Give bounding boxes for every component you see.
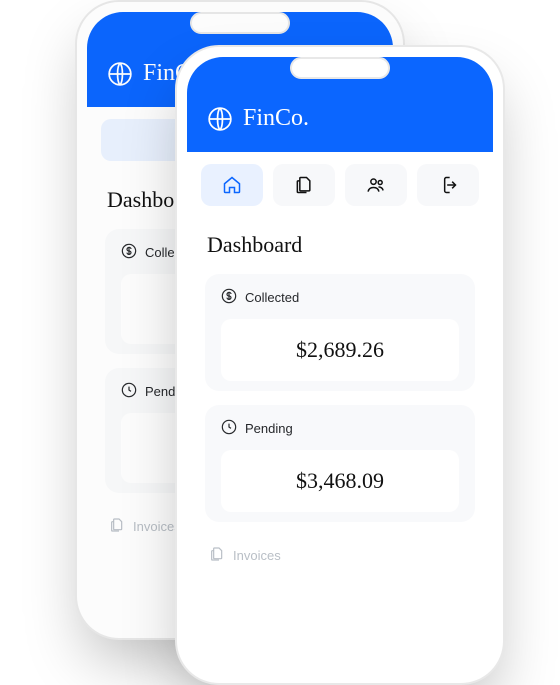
clock-icon: [121, 382, 137, 401]
invoices-label: Invoices: [133, 519, 181, 534]
phone-notch: [190, 12, 290, 34]
nav-home[interactable]: [201, 164, 263, 206]
pending-label: Pending: [245, 421, 293, 436]
clock-icon: [221, 419, 237, 438]
documents-icon: [209, 546, 225, 565]
dollar-icon: [121, 243, 137, 262]
pending-amount: $3,468.09: [296, 468, 384, 494]
logout-icon: [438, 175, 458, 195]
invoices-heading: Invoices: [205, 536, 475, 569]
nav-users[interactable]: [345, 164, 407, 206]
home-icon: [222, 175, 242, 195]
card-pending: Pending $3,468.09: [205, 405, 475, 522]
card-collected: Collected $2,689.26: [205, 274, 475, 391]
globe-icon: [107, 61, 133, 87]
phone-mock-front: FinCo. Dashboard C: [175, 45, 505, 685]
brand-name: FinCo.: [243, 105, 309, 132]
collected-label: Collected: [245, 290, 299, 305]
invoices-label: Invoices: [233, 548, 281, 563]
dollar-icon: [221, 288, 237, 307]
collected-amount: $2,689.26: [296, 337, 384, 363]
globe-icon: [207, 106, 233, 132]
documents-icon: [109, 517, 125, 536]
users-icon: [365, 175, 387, 195]
nav-bar: [187, 152, 493, 216]
documents-icon: [294, 175, 314, 195]
page-title: Dashboard: [207, 232, 473, 258]
phone-notch: [290, 57, 390, 79]
nav-logout[interactable]: [417, 164, 479, 206]
nav-documents[interactable]: [273, 164, 335, 206]
